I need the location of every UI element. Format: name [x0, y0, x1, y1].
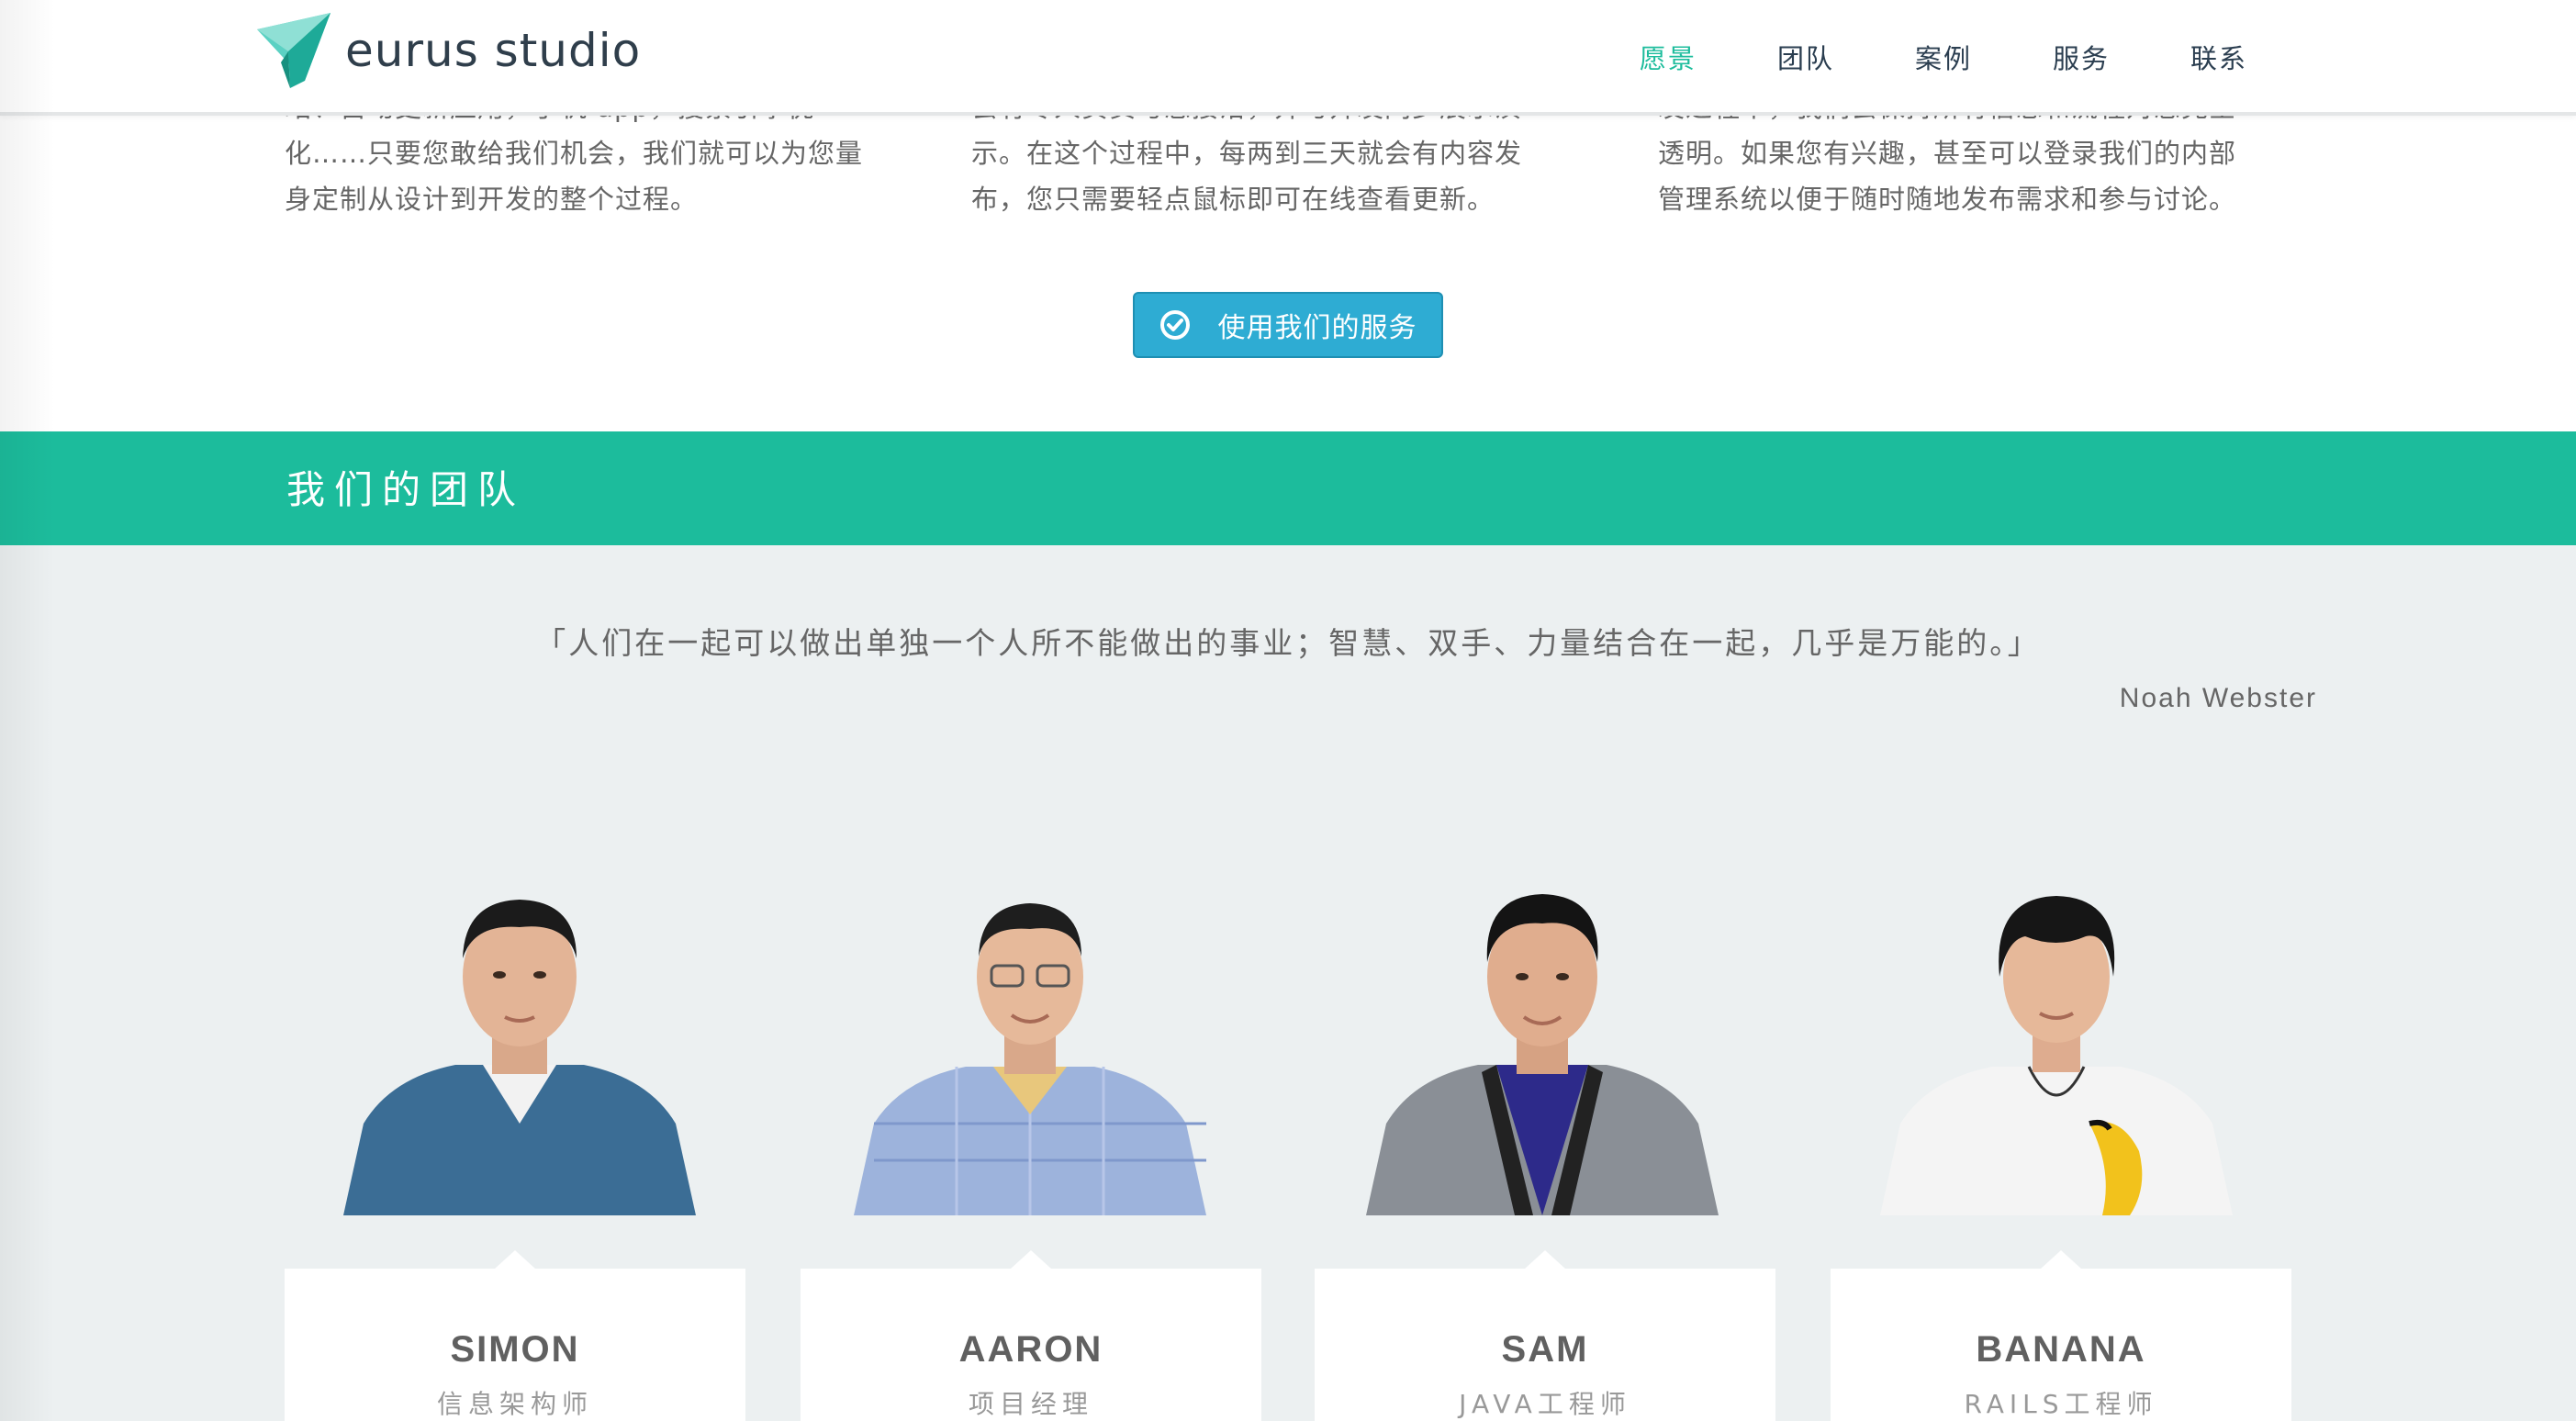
member-card-aaron[interactable]: AARON 项目经理: [801, 1250, 1261, 1421]
member-name: AARON: [958, 1329, 1103, 1370]
team-section-title: 我们的团队: [286, 467, 526, 512]
service-text-line: 化……只要您敢给我们机会，我们就可以为您量: [285, 138, 864, 169]
member-role: JAVA工程师: [1459, 1389, 1631, 1419]
member-role: 信息架构师: [436, 1389, 593, 1419]
nav-item-team[interactable]: 团队: [1777, 37, 1834, 81]
quote-author: Noah Webster: [2119, 683, 2317, 713]
team-section-banner: 我们的团队: [0, 431, 2576, 562]
member-photo-simon: [343, 900, 696, 1215]
member-role: 项目经理: [968, 1389, 1093, 1419]
use-our-services-button[interactable]: 使用我们的服务: [1133, 292, 1443, 358]
use-our-services-label: 使用我们的服务: [1217, 312, 1417, 344]
member-name: SAM: [1501, 1329, 1589, 1370]
brand-name: eurus studio: [345, 24, 642, 77]
service-text-line: 管理系统以便于随时随地发布需求和参与讨论。: [1658, 184, 2237, 215]
team-quote: 「人们在一起可以做出单独一个人所不能做出的事业；智慧、双手、力量结合在一起，几乎…: [535, 625, 2041, 661]
paper-plane-icon: [257, 13, 330, 88]
member-card-simon[interactable]: SIMON 信息架构师: [285, 1250, 745, 1421]
member-role: RAILS工程师: [1964, 1389, 2158, 1419]
top-navbar: eurus studio 愿景 团队 案例 服务 联系: [0, 0, 2576, 116]
main-nav: 愿景 团队 案例 服务 联系: [1559, 37, 2247, 81]
service-text-line: 身定制从设计到开发的整个过程。: [285, 184, 699, 215]
brand-logo[interactable]: eurus studio: [253, 9, 641, 92]
service-text-line: 布，您只需要轻点鼠标即可在线查看更新。: [971, 184, 1495, 215]
member-photo-sam: [1366, 894, 1719, 1215]
member-name: BANANA: [1976, 1329, 2146, 1370]
member-photo-banana: [1880, 896, 2233, 1215]
team-section: 「人们在一起可以做出单独一个人所不能做出的事业；智慧、双手、力量结合在一起，几乎…: [0, 545, 2576, 1421]
nav-item-cases[interactable]: 案例: [1915, 37, 1972, 81]
member-photo-aaron: [854, 903, 1206, 1215]
service-text-line: 示。在这个过程中，每两到三天就会有内容发: [971, 138, 1523, 169]
member-card-banana[interactable]: BANANA RAILS工程师: [1831, 1250, 2291, 1421]
nav-item-services[interactable]: 服务: [2053, 37, 2110, 81]
nav-item-contact[interactable]: 联系: [2190, 37, 2247, 81]
nav-item-vision[interactable]: 愿景: [1640, 37, 1697, 81]
member-name: SIMON: [450, 1329, 580, 1370]
check-circle-icon: [1159, 310, 1190, 340]
member-card-sam[interactable]: SAM JAVA工程师: [1315, 1250, 1775, 1421]
service-text-line: 透明。如果您有兴趣，甚至可以登录我们的内部: [1658, 138, 2237, 169]
